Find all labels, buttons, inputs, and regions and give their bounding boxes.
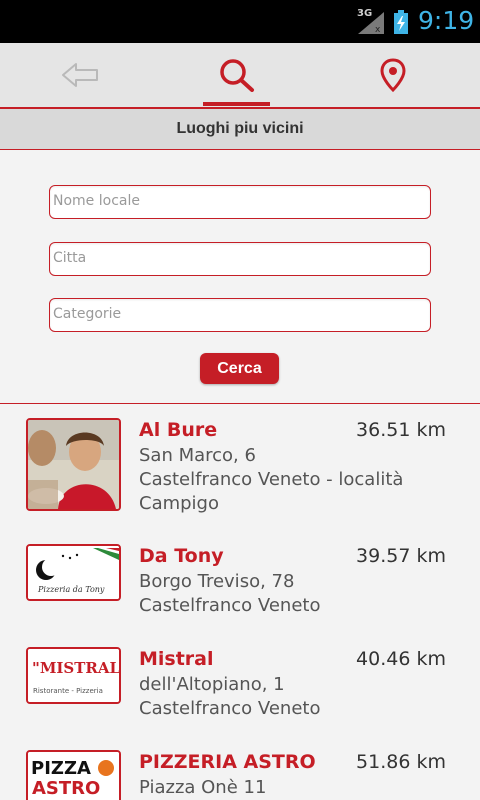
battery-icon xyxy=(394,10,408,34)
address-line: Castelfranco Veneto xyxy=(139,698,321,719)
address-line: San Marco, 6 xyxy=(139,445,256,466)
restaurant-photo xyxy=(26,418,121,511)
address-line: Campigo xyxy=(139,493,219,514)
restaurant-distance: 51.86 km xyxy=(356,751,446,773)
restaurant-address: dell'Altopiano, 1 Castelfranco Veneto xyxy=(139,673,439,721)
nearby-location-button[interactable] xyxy=(313,43,473,107)
list-item[interactable]: Pizzeria da Tony Da Tony 39.57 km Borgo … xyxy=(0,530,480,633)
location-pin-icon xyxy=(380,58,406,92)
restaurant-address: San Marco, 6 Castelfranco Veneto - local… xyxy=(139,444,439,516)
restaurant-logo: Pizzeria da Tony xyxy=(26,544,121,601)
restaurant-name: Mistral xyxy=(139,648,214,670)
back-arrow-icon xyxy=(62,63,98,87)
search-button[interactable]: Cerca xyxy=(200,353,279,384)
signal-icon: x xyxy=(358,12,384,34)
clock: 9:19 xyxy=(418,6,475,35)
logo-text: Pizzeria da Tony xyxy=(37,585,105,594)
restaurant-name: Da Tony xyxy=(139,545,224,567)
page-title: Luoghi piu vicini xyxy=(0,109,480,150)
city-input[interactable] xyxy=(50,243,413,273)
results-list: Al Bure 36.51 km San Marco, 6 Castelfran… xyxy=(0,404,480,800)
category-input[interactable] xyxy=(50,299,413,329)
status-bar: 3G x 9:19 xyxy=(0,0,480,43)
list-item[interactable]: Al Bure 36.51 km San Marco, 6 Castelfran… xyxy=(0,404,480,530)
city-field[interactable] xyxy=(49,242,431,276)
svg-text:x: x xyxy=(375,25,381,34)
restaurant-distance: 39.57 km xyxy=(356,545,446,567)
restaurant-address: Borgo Treviso, 78 Castelfranco Veneto xyxy=(139,570,439,618)
search-icon xyxy=(220,59,254,92)
address-line: Borgo Treviso, 78 xyxy=(139,571,295,592)
address-line: Castelfranco Veneto - località xyxy=(139,469,404,490)
logo-subtext: Ristorante - Pizzeria xyxy=(33,687,103,695)
address-line: Castelfranco Veneto xyxy=(139,595,321,616)
restaurant-logo: "MISTRAL" Ristorante - Pizzeria xyxy=(26,647,121,704)
restaurant-distance: 36.51 km xyxy=(356,419,446,441)
restaurant-distance: 40.46 km xyxy=(356,648,446,670)
restaurant-logo: PIZZA ASTRO xyxy=(26,750,121,800)
restaurant-name: PIZZERIA ASTRO xyxy=(139,751,316,773)
pizza-astro-logo-icon: PIZZA ASTRO xyxy=(28,752,119,800)
search-tab-button[interactable] xyxy=(157,43,317,107)
restaurant-name: Al Bure xyxy=(139,419,218,441)
category-field[interactable] xyxy=(49,298,431,332)
back-button[interactable] xyxy=(0,43,160,107)
logo-subtext: ASTRO xyxy=(32,778,100,799)
mistral-logo-icon: "MISTRAL" Ristorante - Pizzeria xyxy=(28,649,119,702)
address-line: dell'Altopiano, 1 xyxy=(139,674,285,695)
active-tab-indicator xyxy=(203,102,270,106)
search-form: Cerca xyxy=(0,150,480,404)
address-line: Piazza Onè 11 xyxy=(139,777,267,798)
list-item[interactable]: PIZZA ASTRO PIZZERIA ASTRO 51.86 km Piaz… xyxy=(0,736,480,800)
action-toolbar xyxy=(0,43,480,109)
list-item[interactable]: "MISTRAL" Ristorante - Pizzeria Mistral … xyxy=(0,633,480,736)
photo-woman-eating-icon xyxy=(28,420,119,509)
venue-name-field[interactable] xyxy=(49,185,431,219)
da-tony-logo-icon: Pizzeria da Tony xyxy=(28,546,119,599)
logo-text: PIZZA xyxy=(31,758,91,779)
restaurant-address: Piazza Onè 11 xyxy=(139,776,439,800)
venue-name-input[interactable] xyxy=(50,186,413,216)
logo-text: "MISTRAL" xyxy=(32,659,119,677)
